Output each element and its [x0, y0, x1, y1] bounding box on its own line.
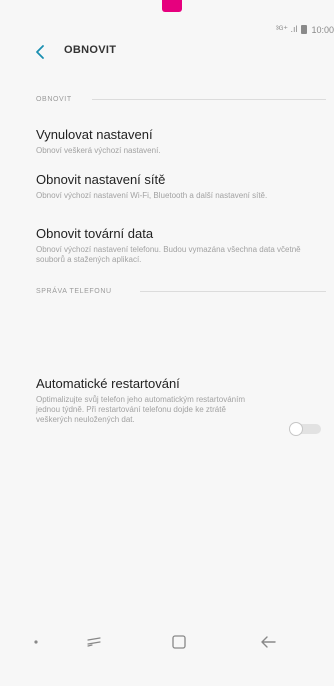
page-title: OBNOVIT [64, 44, 117, 56]
item-title: Automatické restartování [36, 376, 180, 391]
recent-apps-icon[interactable] [84, 632, 104, 652]
item-description: Obnoví výchozí nastavení Wi-Fi, Bluetoot… [36, 191, 268, 200]
status-time: 10:00 [311, 24, 334, 35]
home-icon[interactable] [169, 632, 189, 652]
item-description: Obnoví výchozí nastavení telefonu. Budou… [36, 245, 301, 264]
section-header-obnovit: OBNOVIT [36, 96, 72, 103]
app-bar: OBNOVIT [0, 38, 334, 66]
list-item-reset-network[interactable]: Obnovit nastavení sítě Obnoví výchozí na… [36, 172, 276, 201]
section-header-phone-management: SPRÁVA TELEFONU [36, 288, 112, 295]
navigation-bar [0, 614, 334, 670]
carrier-logo [162, 0, 182, 12]
back-icon[interactable] [258, 632, 278, 652]
list-item-auto-restart[interactable]: Automatické restartování Optimalizujte s… [36, 376, 246, 425]
dot-icon[interactable] [26, 632, 46, 652]
section-divider [92, 99, 326, 100]
item-title: Obnovit nastavení sítě [36, 172, 166, 187]
toggle-knob [289, 422, 303, 436]
status-bar: ³ᴳ⁺ .ıl 10:00 [0, 0, 334, 35]
back-arrow-icon[interactable] [32, 43, 50, 61]
battery-icon [301, 25, 308, 34]
list-item-reset-settings[interactable]: Vynulovat nastavení Obnoví veškerá výcho… [36, 127, 326, 156]
auto-restart-toggle[interactable] [289, 422, 321, 436]
signal-text: ³ᴳ⁺ .ıl [275, 24, 298, 34]
item-description: Optimalizujte svůj telefon jeho automati… [36, 395, 245, 424]
item-description: Obnoví veškerá výchozí nastavení. [36, 146, 161, 155]
item-title: Vynulovat nastavení [36, 127, 153, 142]
status-indicators: ³ᴳ⁺ .ıl 10:00 [276, 24, 334, 35]
item-title: Obnovit tovární data [36, 226, 154, 241]
section-divider [140, 291, 326, 292]
list-item-factory-reset[interactable]: Obnovit tovární data Obnoví výchozí nast… [36, 226, 326, 265]
